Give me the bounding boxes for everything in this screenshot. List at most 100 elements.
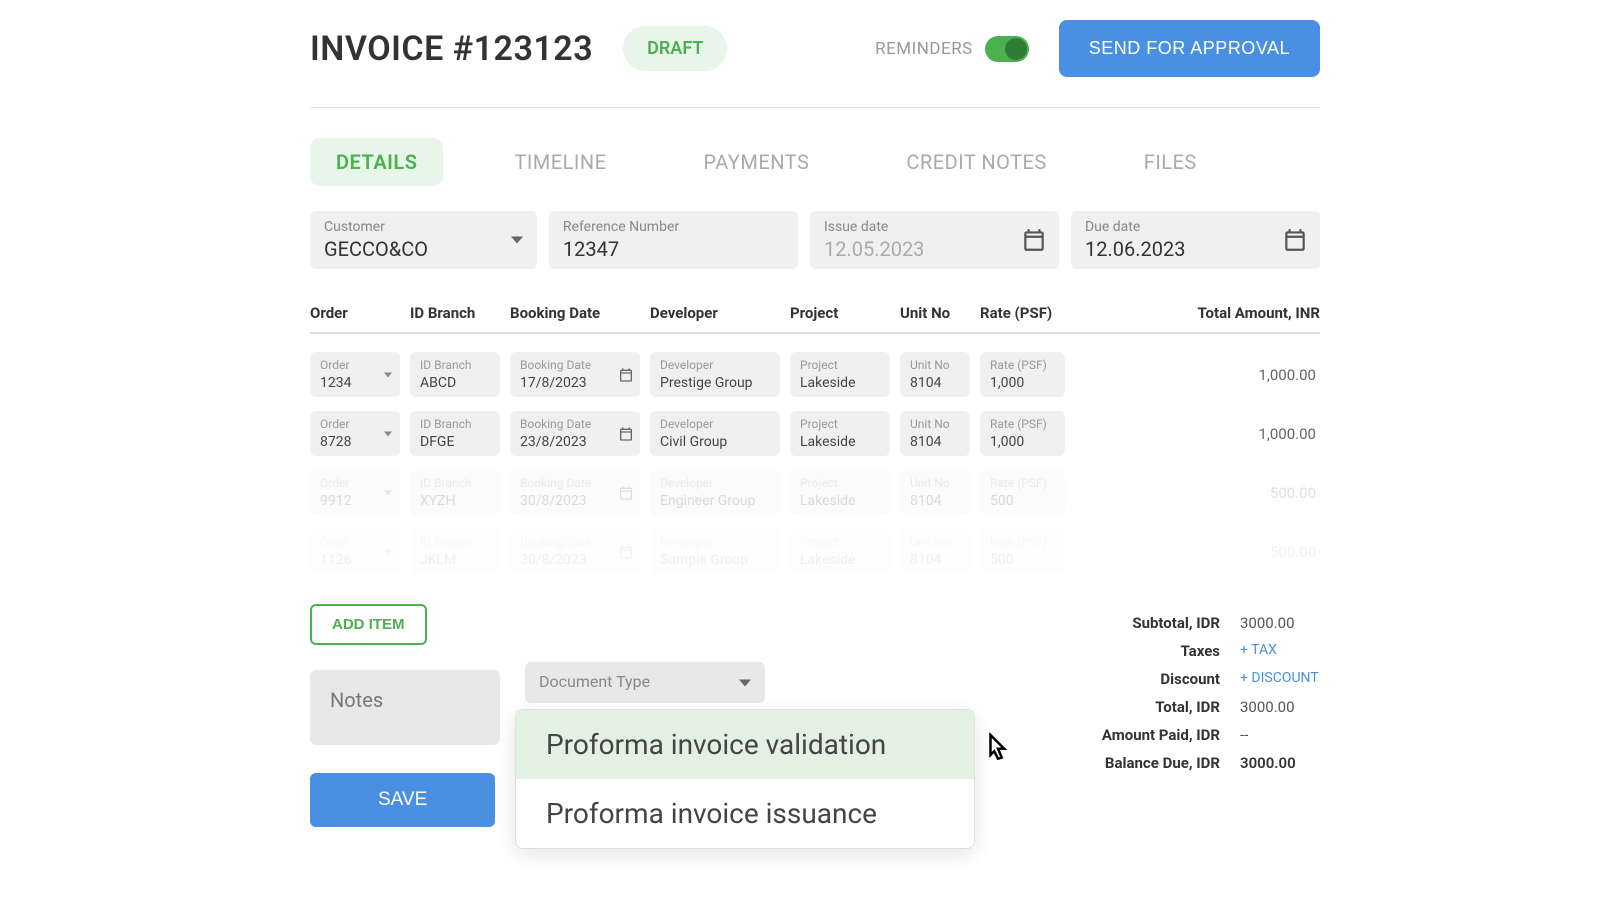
taxes-label: Taxes bbox=[1060, 642, 1220, 660]
table-row: Order8728ID BranchDFGEBooking Date23/8/2… bbox=[310, 411, 1320, 456]
tab-details[interactable]: DETAILS bbox=[310, 138, 443, 186]
due-date-input[interactable]: Due date 12.06.2023 bbox=[1071, 211, 1320, 269]
document-type-select[interactable]: Document Type bbox=[525, 662, 765, 703]
branch-input[interactable]: ID BranchXYZH bbox=[410, 470, 500, 515]
send-for-approval-button[interactable]: SEND FOR APPROVAL bbox=[1059, 20, 1320, 77]
unit-input[interactable]: Unit No8104 bbox=[900, 529, 970, 574]
reminders-toggle-group: REMINDERS bbox=[875, 36, 1029, 62]
developer-input[interactable]: DeveloperSample Group bbox=[650, 529, 780, 574]
reminders-toggle[interactable] bbox=[985, 36, 1029, 62]
booking-date-input[interactable]: Booking Date23/8/2023 bbox=[510, 411, 640, 456]
customer-select[interactable]: Customer GECCO&CO bbox=[310, 211, 537, 269]
add-item-button[interactable]: ADD ITEM bbox=[310, 604, 427, 645]
subtotal-label: Subtotal, IDR bbox=[1060, 614, 1220, 632]
save-button[interactable]: SAVE bbox=[310, 773, 495, 827]
summary-panel: Subtotal, IDR 3000.00 Taxes + TAX Discount… bbox=[1060, 604, 1320, 827]
booking-date-input[interactable]: Booking Date17/8/2023 bbox=[510, 352, 640, 397]
total-value: 3000.00 bbox=[1240, 698, 1320, 716]
reminders-label: REMINDERS bbox=[875, 39, 973, 59]
unit-input[interactable]: Unit No8104 bbox=[900, 470, 970, 515]
issue-date-input[interactable]: Issue date 12.05.2023 bbox=[810, 211, 1059, 269]
tab-payments[interactable]: PAYMENTS bbox=[677, 138, 835, 186]
total-label: Total, IDR bbox=[1060, 698, 1220, 716]
chevron-down-icon bbox=[384, 490, 392, 495]
developer-input[interactable]: DeveloperPrestige Group bbox=[650, 352, 780, 397]
discount-label: Discount bbox=[1060, 670, 1220, 688]
cursor-pointer-icon bbox=[978, 730, 1018, 770]
customer-label: Customer bbox=[324, 219, 523, 235]
th-order: Order bbox=[310, 304, 400, 322]
due-date-value: 12.06.2023 bbox=[1085, 237, 1185, 261]
chevron-down-icon bbox=[739, 679, 751, 686]
branch-input[interactable]: ID BranchABCD bbox=[410, 352, 500, 397]
customer-value: GECCO&CO bbox=[324, 237, 428, 261]
branch-input[interactable]: ID BranchDFGE bbox=[410, 411, 500, 456]
amount-paid-value: -- bbox=[1240, 726, 1320, 744]
reference-value: 12347 bbox=[563, 237, 619, 261]
project-input[interactable]: ProjectLakeside bbox=[790, 529, 890, 574]
order-select[interactable]: Order1234 bbox=[310, 352, 400, 397]
chevron-down-icon bbox=[384, 372, 392, 377]
add-discount-link[interactable]: + DISCOUNT bbox=[1240, 670, 1320, 688]
tab-bar: DETAILS TIMELINE PAYMENTS CREDIT NOTES F… bbox=[310, 138, 1320, 186]
dropdown-option-issuance[interactable]: Proforma invoice issuance bbox=[516, 779, 974, 848]
branch-input[interactable]: ID BranchJKLM bbox=[410, 529, 500, 574]
rate-input[interactable]: Rate (PSF)500 bbox=[980, 470, 1065, 515]
th-developer: Developer bbox=[650, 304, 780, 322]
balance-due-value: 3000.00 bbox=[1240, 754, 1320, 772]
table-row: Order1234ID BranchABCDBooking Date17/8/2… bbox=[310, 352, 1320, 397]
invoice-title: INVOICE #123123 bbox=[310, 29, 593, 69]
reference-number-input[interactable]: Reference Number 12347 bbox=[549, 211, 798, 269]
booking-date-input[interactable]: Booking Date30/8/2023 bbox=[510, 529, 640, 574]
subtotal-value: 3000.00 bbox=[1240, 614, 1320, 632]
th-branch: ID Branch bbox=[410, 304, 500, 322]
th-unit: Unit No bbox=[900, 304, 970, 322]
reference-label: Reference Number bbox=[563, 219, 784, 235]
order-select[interactable]: Order9912 bbox=[310, 470, 400, 515]
row-total: 1,000.00 bbox=[1075, 366, 1320, 384]
rate-input[interactable]: Rate (PSF)1,000 bbox=[980, 411, 1065, 456]
order-select[interactable]: Order8728 bbox=[310, 411, 400, 456]
developer-input[interactable]: DeveloperCivil Group bbox=[650, 411, 780, 456]
balance-due-label: Balance Due, IDR bbox=[1060, 754, 1220, 772]
amount-paid-label: Amount Paid, IDR bbox=[1060, 726, 1220, 744]
unit-input[interactable]: Unit No8104 bbox=[900, 411, 970, 456]
project-input[interactable]: ProjectLakeside bbox=[790, 411, 890, 456]
rate-input[interactable]: Rate (PSF)1,000 bbox=[980, 352, 1065, 397]
developer-input[interactable]: DeveloperEngineer Group bbox=[650, 470, 780, 515]
tab-credit-notes[interactable]: CREDIT NOTES bbox=[880, 138, 1072, 186]
th-total: Total Amount, INR bbox=[1075, 304, 1320, 322]
chevron-down-icon bbox=[511, 237, 523, 244]
toggle-knob bbox=[1005, 38, 1027, 60]
unit-input[interactable]: Unit No8104 bbox=[900, 352, 970, 397]
row-total: 500.00 bbox=[1075, 543, 1320, 561]
add-tax-link[interactable]: + TAX bbox=[1240, 642, 1320, 660]
page-header: INVOICE #123123 DRAFT REMINDERS SEND FOR… bbox=[310, 20, 1320, 108]
project-input[interactable]: ProjectLakeside bbox=[790, 470, 890, 515]
row-total: 1,000.00 bbox=[1075, 425, 1320, 443]
rate-input[interactable]: Rate (PSF)500 bbox=[980, 529, 1065, 574]
tab-files[interactable]: FILES bbox=[1118, 138, 1223, 186]
row-total: 500.00 bbox=[1075, 484, 1320, 502]
calendar-icon bbox=[1021, 227, 1047, 253]
issue-date-value: 12.05.2023 bbox=[824, 237, 924, 261]
document-type-dropdown: Proforma invoice validation Proforma inv… bbox=[515, 709, 975, 849]
chevron-down-icon bbox=[384, 549, 392, 554]
booking-date-input[interactable]: Booking Date30/8/2023 bbox=[510, 470, 640, 515]
chevron-down-icon bbox=[384, 431, 392, 436]
th-rate: Rate (PSF) bbox=[980, 304, 1065, 322]
status-badge: DRAFT bbox=[623, 26, 727, 71]
th-booking: Booking Date bbox=[510, 304, 640, 322]
calendar-icon bbox=[1282, 227, 1308, 253]
due-date-label: Due date bbox=[1085, 219, 1306, 235]
project-input[interactable]: ProjectLakeside bbox=[790, 352, 890, 397]
order-select[interactable]: Order1126 bbox=[310, 529, 400, 574]
dropdown-option-validation[interactable]: Proforma invoice validation bbox=[516, 710, 974, 779]
tab-timeline[interactable]: TIMELINE bbox=[488, 138, 632, 186]
th-project: Project bbox=[790, 304, 890, 322]
issue-date-label: Issue date bbox=[824, 219, 1045, 235]
doc-type-label: Document Type bbox=[539, 672, 751, 691]
notes-textarea[interactable]: Notes bbox=[310, 670, 500, 745]
table-header: Order ID Branch Booking Date Developer P… bbox=[310, 294, 1320, 334]
table-row: Order1126ID BranchJKLMBooking Date30/8/2… bbox=[310, 529, 1320, 574]
